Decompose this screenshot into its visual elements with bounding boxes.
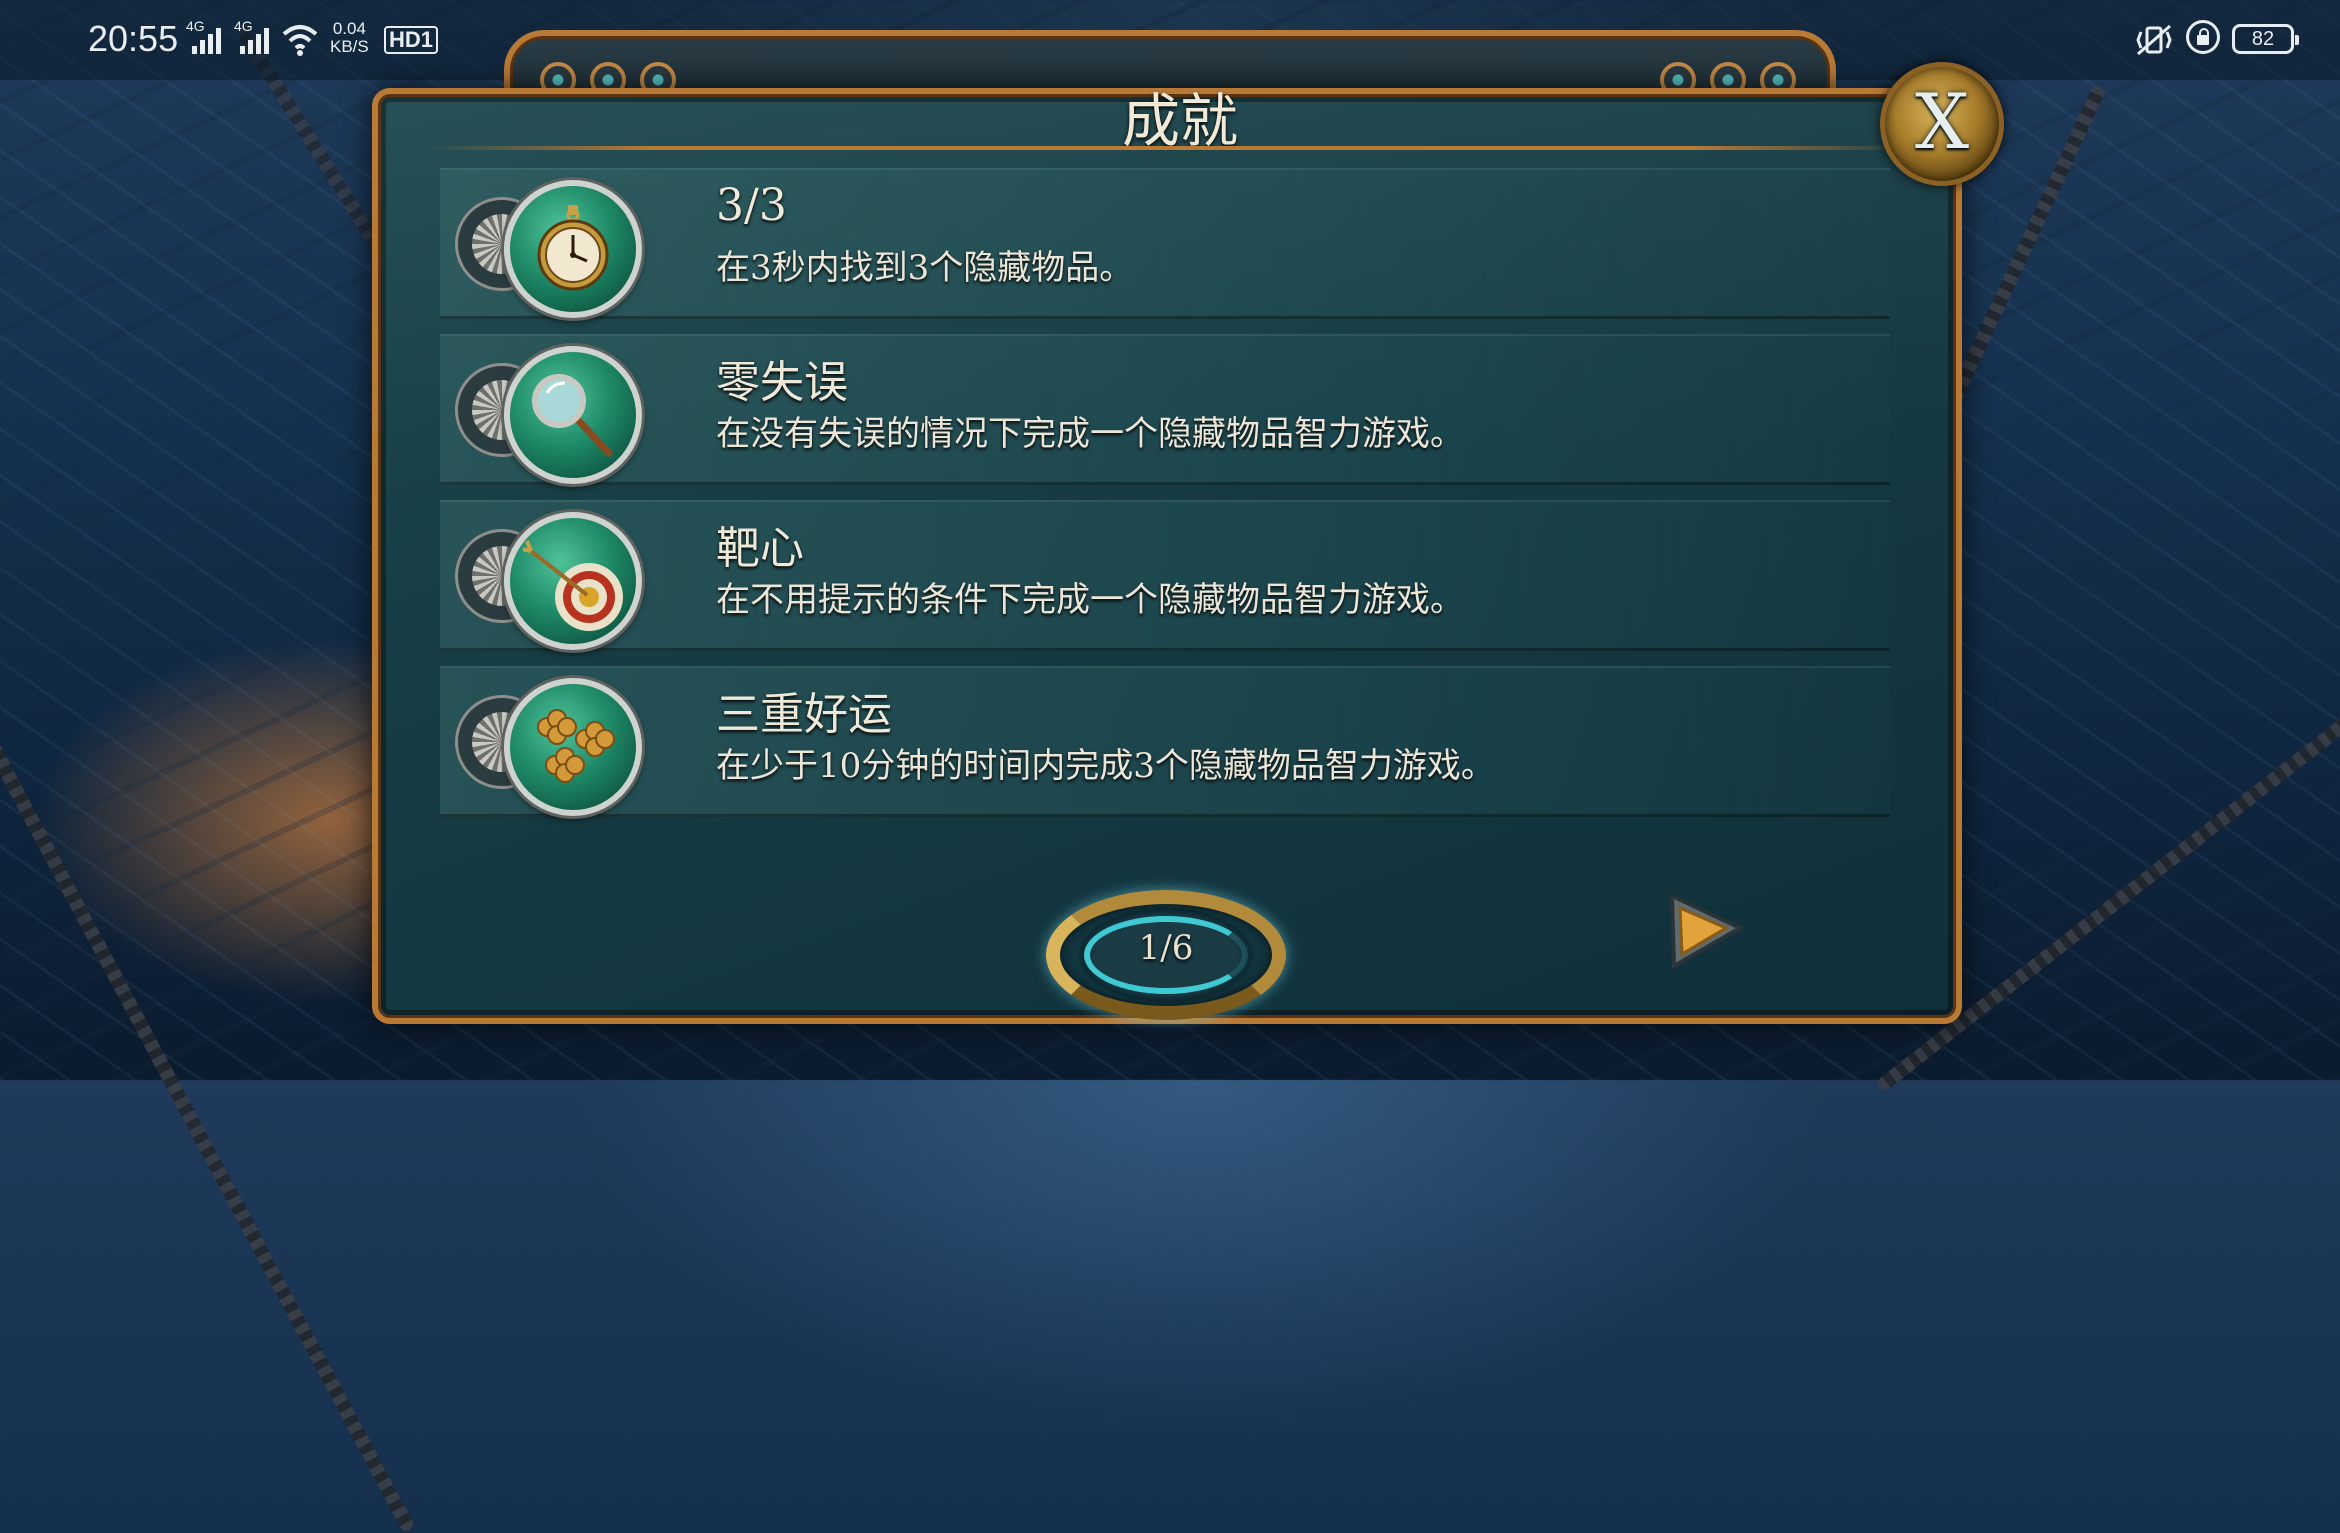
achievement-title: 靶心 [716, 523, 804, 574]
title-divider [430, 146, 1910, 150]
achievement-title: 三重好运 [716, 689, 892, 740]
play-arrow-icon [1669, 892, 1745, 970]
achievement-medal [458, 178, 658, 318]
pocket-watch-icon [537, 205, 609, 291]
achievement-description: 在少于10分钟的时间内完成3个隐藏物品智力游戏。 [716, 746, 1495, 786]
signal-icon: 4G [186, 18, 230, 56]
achievement-medal [458, 344, 658, 484]
rotation-lock-icon [2186, 20, 2220, 54]
achievement-description: 在3秒内找到3个隐藏物品。 [716, 248, 1134, 288]
achievement-row: 三重好运 在少于10分钟的时间内完成3个隐藏物品智力游戏。 [440, 666, 1890, 817]
achievement-row: 3/3 在3秒内找到3个隐藏物品。 [440, 168, 1890, 319]
achievement-description: 在没有失误的情况下完成一个隐藏物品智力游戏。 [716, 414, 1464, 454]
achievement-row: 靶心 在不用提示的条件下完成一个隐藏物品智力游戏。 [440, 500, 1890, 651]
achievement-title: 零失误 [716, 357, 848, 408]
vibrate-icon [2136, 24, 2172, 56]
achievement-medal [458, 510, 658, 650]
signal-icon: 4G [234, 18, 278, 56]
status-time: 20:55 [88, 18, 179, 59]
network-speed: 0.04 KB/S [330, 20, 369, 56]
achievement-title: 3/3 [716, 180, 787, 231]
speed-value: 0.04 [332, 19, 366, 38]
achievement-row: 零失误 在没有失误的情况下完成一个隐藏物品智力游戏。 [440, 334, 1890, 485]
close-button[interactable]: X [1880, 62, 2004, 186]
speed-unit: KB/S [330, 37, 369, 56]
page-indicator-medallion: 1/6 [1046, 890, 1286, 1020]
page-indicator: 1/6 [1138, 928, 1194, 968]
clover-icon [537, 709, 615, 783]
wifi-icon [282, 25, 318, 56]
close-icon: X [1914, 77, 1970, 166]
target-arrow-icon [523, 540, 623, 631]
hd-icon: HD1 [384, 26, 439, 54]
achievement-description: 在不用提示的条件下完成一个隐藏物品智力游戏。 [716, 580, 1464, 620]
battery-icon: 82 [2232, 24, 2299, 54]
next-page-button[interactable] [1664, 890, 1746, 972]
magnifying-glass-icon [532, 374, 613, 457]
achievement-medal [458, 676, 658, 816]
